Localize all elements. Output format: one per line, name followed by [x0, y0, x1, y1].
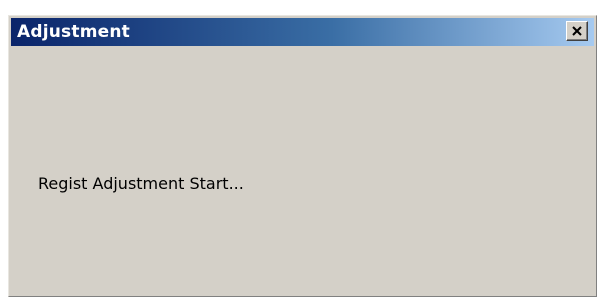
title-bar[interactable]: Adjustment [11, 18, 594, 46]
window-title: Adjustment [17, 22, 130, 42]
close-icon [572, 26, 582, 36]
adjustment-dialog: Adjustment Regist Adjustment Start... [8, 15, 597, 297]
dialog-body: Regist Adjustment Start... [11, 46, 594, 294]
close-button[interactable] [566, 21, 588, 41]
status-message: Regist Adjustment Start... [38, 174, 244, 193]
